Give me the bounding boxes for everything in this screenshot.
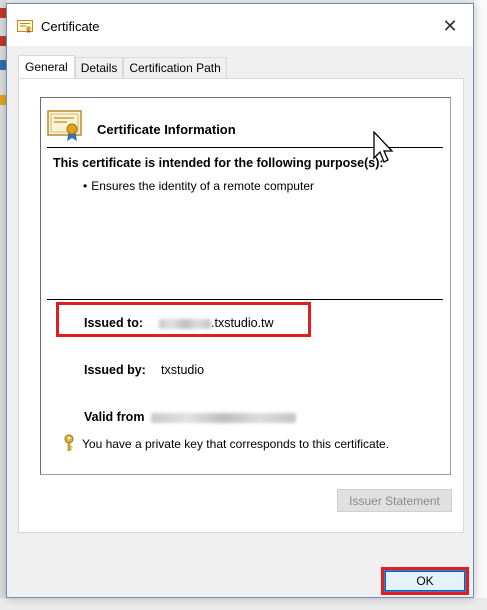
tab-details[interactable]: Details [74,57,124,79]
ok-highlight [381,567,469,595]
mouse-cursor-icon [373,131,394,163]
certificate-icon [17,20,33,33]
bullet: • [83,179,88,193]
issued-by-value: txstudio [161,363,205,377]
redacted-date [151,412,296,423]
tab-strip: General Details Certification Path [18,55,227,79]
key-icon [64,434,74,451]
tab-certification-path[interactable]: Certification Path [123,57,227,79]
close-button[interactable]: ✕ [433,12,467,40]
issuer-statement-button[interactable]: Issuer Statement [337,489,452,512]
divider [47,299,443,300]
window-title: Certificate [41,19,100,34]
certificate-dialog: Certificate ✕ General Details Certificat… [6,3,474,598]
certificate-badge-icon [47,110,82,141]
general-tab-panel: Certificate Information This certificate… [18,78,464,533]
issued-by-label: Issued by: [84,363,146,377]
purpose-heading: This certificate is intended for the fol… [53,156,384,170]
close-icon: ✕ [442,15,458,36]
private-key-text: You have a private key that corresponds … [82,437,390,451]
title-bar[interactable]: Certificate ✕ [7,4,473,46]
background-bottom [0,598,487,610]
issued-to-highlight [56,302,311,337]
valid-from-value [151,410,296,424]
tab-general[interactable]: General [18,55,75,79]
purpose-text: Ensures the identity of a remote compute… [91,179,314,193]
valid-from-label: Valid from [84,410,145,424]
background-scrollbar [473,0,487,610]
certificate-info-heading: Certificate Information [97,122,236,137]
purpose-item: • Ensures the identity of a remote comput… [83,179,314,193]
